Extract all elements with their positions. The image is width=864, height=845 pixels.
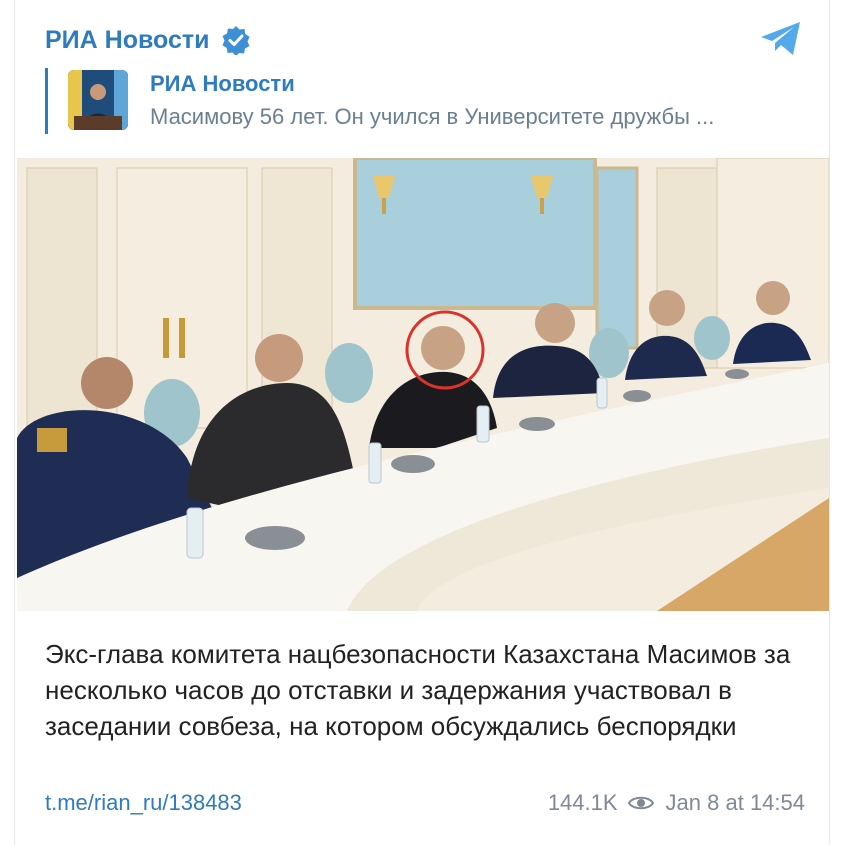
telegram-icon[interactable] — [759, 20, 803, 58]
eye-icon — [627, 796, 654, 810]
post-header: РИА Новости — [45, 20, 251, 60]
channel-name[interactable]: РИА Новости — [45, 26, 209, 55]
reply-text: Масимову 56 лет. Он учился в Университет… — [150, 104, 715, 129]
verified-badge-icon — [222, 26, 250, 55]
reply-preview[interactable]: РИА Новости Масимову 56 лет. Он учился в… — [45, 68, 808, 134]
reply-channel-name: РИА Новости — [150, 71, 295, 96]
post-link[interactable]: t.me/rian_ru/138483 — [45, 790, 242, 816]
views-count: 144.1K — [547, 790, 618, 815]
post-meta: 144.1K Jan 8 at 14:54 — [548, 790, 805, 816]
telegram-post-card: РИА Новости РИА Новости Масимову 56 лет.… — [14, 0, 830, 845]
meeting-photo[interactable] — [17, 158, 829, 611]
post-caption: Экс-глава комитета нацбезопасности Казах… — [45, 639, 791, 741]
post-time: Jan 8 at 14:54 — [665, 790, 805, 815]
post-footer: t.me/rian_ru/138483 144.1K Jan 8 at 14:5… — [45, 790, 805, 820]
reply-thumbnail — [68, 70, 128, 130]
